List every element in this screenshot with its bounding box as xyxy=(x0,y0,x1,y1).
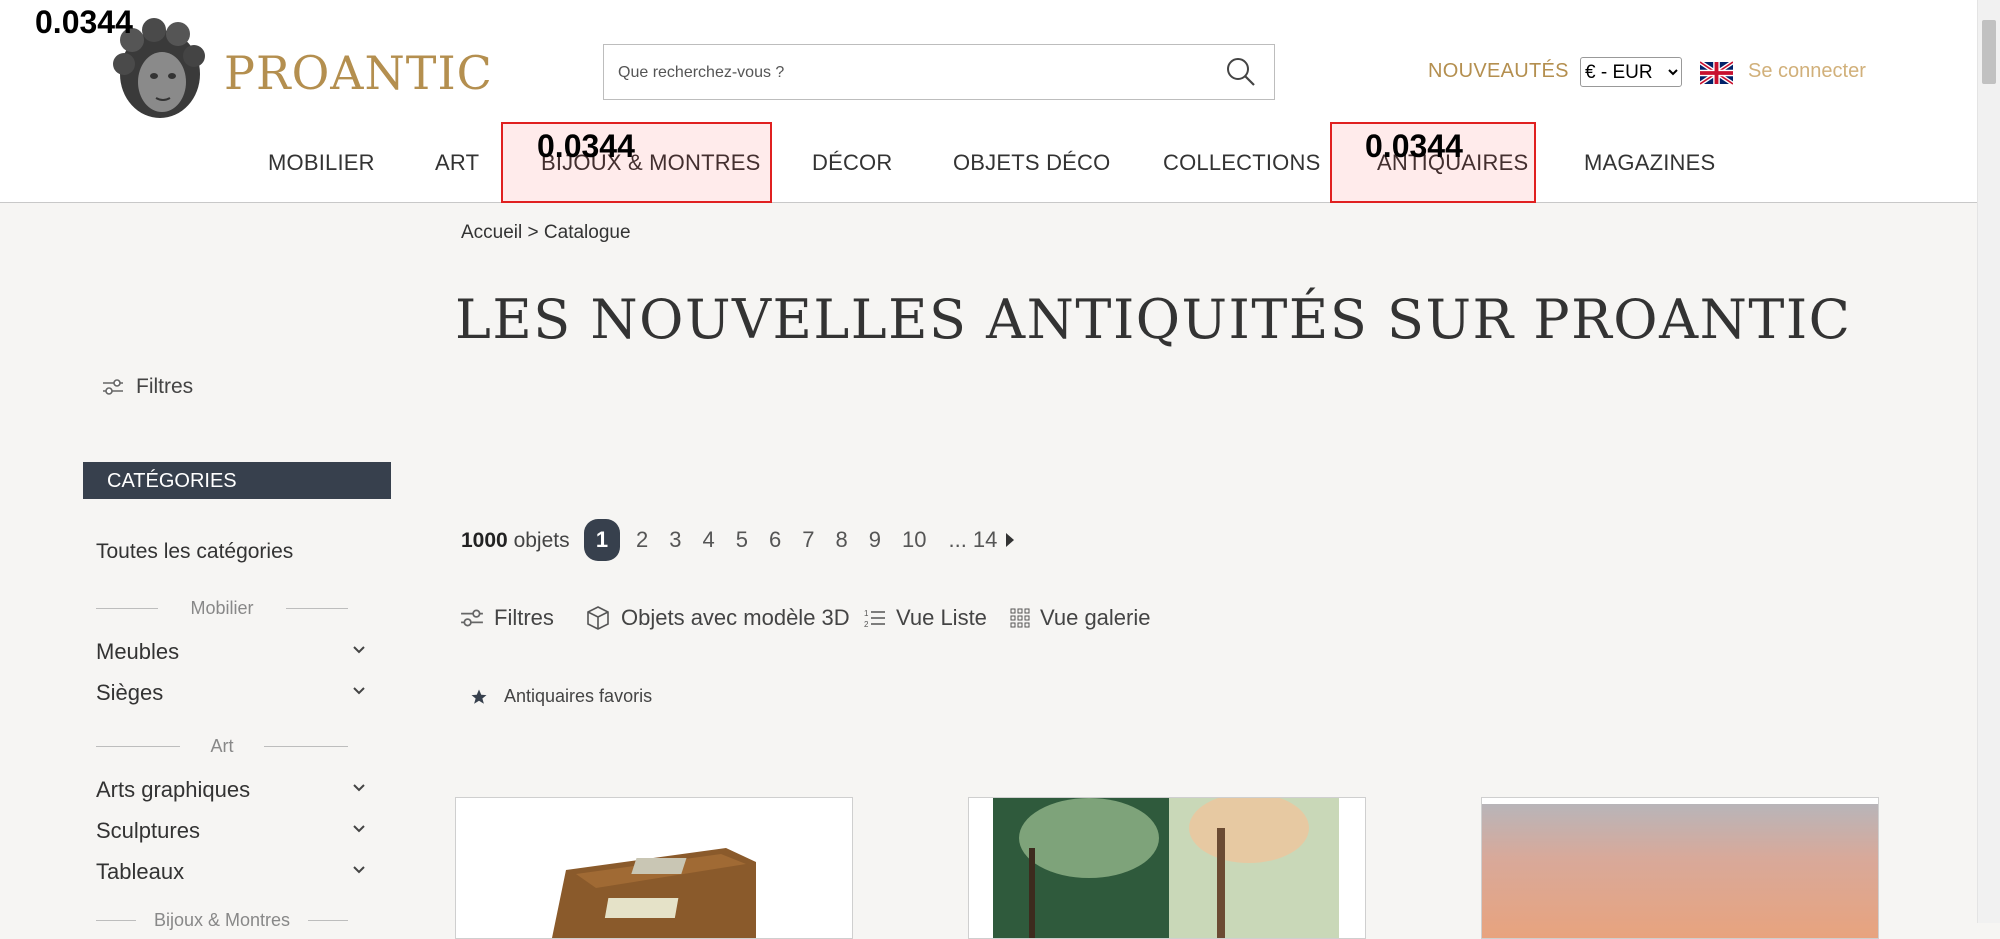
gallery-view-label: Vue galerie xyxy=(1040,605,1151,630)
chevron-down-icon[interactable] xyxy=(352,684,366,698)
nav-mobilier[interactable]: MOBILIER xyxy=(268,150,375,176)
gallery-view-button[interactable]: Vue galerie xyxy=(1010,605,1150,631)
category-label: Tableaux xyxy=(96,859,185,884)
sidebar-filters-button[interactable]: Filtres xyxy=(102,375,193,399)
category-sculptures[interactable]: Sculptures xyxy=(96,818,366,844)
category-meubles[interactable]: Meubles xyxy=(96,639,366,665)
star-icon xyxy=(471,689,487,704)
all-categories-link[interactable]: Toutes les catégories xyxy=(96,540,293,564)
nav-magazines[interactable]: MAGAZINES xyxy=(1584,150,1715,176)
page-button[interactable]: 2 xyxy=(636,527,648,553)
page-button[interactable]: 4 xyxy=(703,527,715,553)
chevron-down-icon[interactable] xyxy=(352,822,366,836)
page-scrollbar[interactable] xyxy=(1977,0,2000,923)
scrollbar-thumb[interactable] xyxy=(1982,20,1996,84)
favorite-dealers-label: Antiquaires favoris xyxy=(504,686,653,706)
product-card[interactable] xyxy=(968,797,1366,939)
toolbar-filters-label: Filtres xyxy=(494,605,554,630)
product-card[interactable] xyxy=(455,797,853,939)
nav-decor[interactable]: DÉCOR xyxy=(812,150,892,176)
svg-text:1: 1 xyxy=(864,609,869,618)
overlay-score-label: 0.0344 xyxy=(35,4,133,40)
svg-text:2: 2 xyxy=(864,620,869,629)
page-button[interactable]: 7 xyxy=(802,527,814,553)
page-button[interactable]: 3 xyxy=(669,527,681,553)
chevron-down-icon[interactable] xyxy=(352,781,366,795)
results-count-number: 1000 xyxy=(461,529,508,552)
list-view-button[interactable]: 1 2 Vue Liste xyxy=(864,605,987,631)
toolbar-filters-button[interactable]: Filtres xyxy=(460,605,554,631)
category-label: Sculptures xyxy=(96,818,200,843)
objects-3d-label: Objets avec modèle 3D xyxy=(621,605,850,630)
category-sieges[interactable]: Sièges xyxy=(96,680,366,706)
login-link[interactable]: Se connecter xyxy=(1748,60,1866,83)
page-title: LES NOUVELLES ANTIQUITÉS SUR PROANTIC xyxy=(455,288,1852,351)
pagination: 1 2 3 4 5 6 7 8 9 10 ... 14 xyxy=(584,518,1015,562)
product-image xyxy=(1482,798,1878,938)
page-button[interactable]: 8 xyxy=(836,527,848,553)
sidebar-filters-label: Filtres xyxy=(136,375,194,398)
search-input[interactable] xyxy=(616,59,1180,87)
overlay-score-label: 0.0344 xyxy=(537,128,635,164)
breadcrumb[interactable]: Accueil > Catalogue xyxy=(461,222,631,244)
next-page-arrow-icon[interactable] xyxy=(1005,532,1015,548)
logo-text[interactable]: PROANTIC xyxy=(224,46,493,100)
product-image xyxy=(969,798,1365,938)
page-button[interactable]: 6 xyxy=(769,527,781,553)
page-button-active[interactable]: 1 xyxy=(584,519,620,561)
separator-bijoux: Bijoux & Montres xyxy=(96,910,348,930)
list-view-icon: 1 2 xyxy=(864,609,885,629)
objects-3d-button[interactable]: Objets avec modèle 3D xyxy=(585,605,850,631)
categories-header: CATÉGORIES xyxy=(83,462,391,499)
grid-view-icon xyxy=(1010,608,1030,628)
page-button[interactable]: 10 xyxy=(902,527,926,553)
product-image xyxy=(456,798,852,938)
separator-art: Art xyxy=(96,736,348,756)
currency-select[interactable]: € - EUR xyxy=(1580,57,1682,87)
separator-mobilier: Mobilier xyxy=(96,598,348,618)
uk-flag-icon[interactable] xyxy=(1698,60,1735,86)
nav-art[interactable]: ART xyxy=(435,150,479,176)
category-label: Sièges xyxy=(96,680,164,705)
category-label: Arts graphiques xyxy=(96,777,251,802)
nouveautes-link[interactable]: NOUVEAUTÉS xyxy=(1428,60,1569,83)
category-label: Meubles xyxy=(96,639,180,664)
product-card[interactable] xyxy=(1481,797,1879,939)
chevron-down-icon[interactable] xyxy=(352,863,366,877)
search-box xyxy=(603,44,1275,100)
results-count: 1000 objets xyxy=(461,529,570,553)
filter-icon xyxy=(461,609,483,627)
favorite-dealers-toggle[interactable]: Antiquaires favoris xyxy=(470,686,652,707)
cube-3d-icon xyxy=(587,606,609,630)
results-count-label: objets xyxy=(513,529,570,552)
category-arts-graphiques[interactable]: Arts graphiques xyxy=(96,777,366,803)
page-button[interactable]: 5 xyxy=(736,527,748,553)
nav-collections[interactable]: COLLECTIONS xyxy=(1163,150,1320,176)
filter-icon xyxy=(103,379,123,395)
search-button[interactable] xyxy=(1208,45,1274,99)
overlay-score-label: 0.0344 xyxy=(1365,128,1463,164)
search-icon xyxy=(1227,58,1255,86)
category-tableaux[interactable]: Tableaux xyxy=(96,859,366,885)
page-button-last[interactable]: ... 14 xyxy=(948,527,997,553)
list-view-label: Vue Liste xyxy=(896,605,987,630)
page-button[interactable]: 9 xyxy=(869,527,881,553)
chevron-down-icon[interactable] xyxy=(352,643,366,657)
nav-objets-deco[interactable]: OBJETS DÉCO xyxy=(953,150,1110,176)
